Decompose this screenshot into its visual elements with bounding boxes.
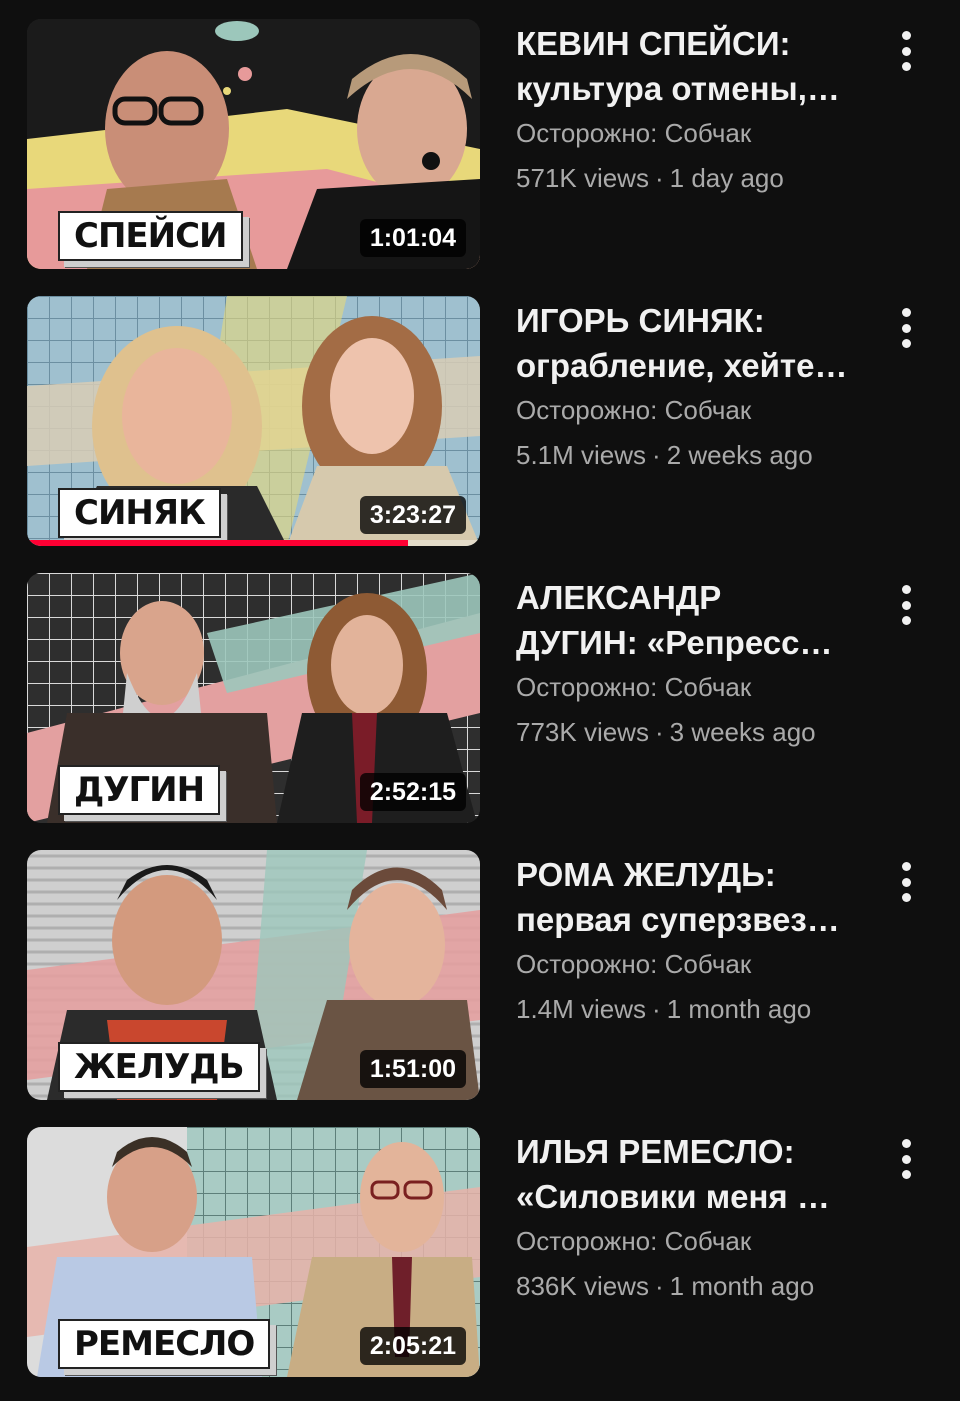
thumbnail-name-label: СПЕЙСИ [58, 211, 243, 261]
video-title[interactable]: АЛЕКСАНДР ДУГИН: «Репресс… [516, 575, 866, 665]
duration-badge: 1:01:04 [359, 219, 466, 257]
video-feed: СПЕЙСИ 1:01:04 КЕВИН СПЕЙСИ: культура от… [0, 0, 960, 1401]
more-options-icon[interactable] [888, 581, 924, 629]
more-options-icon[interactable] [888, 1135, 924, 1183]
view-count: 773K views [516, 717, 649, 747]
video-title-line-1: ИГОРЬ СИНЯК: [516, 302, 765, 339]
video-thumbnail[interactable]: СПЕЙСИ 1:01:04 [27, 19, 480, 269]
duration-badge: 2:52:15 [359, 773, 466, 811]
video-title-line-1: РОМА ЖЕЛУДЬ: [516, 856, 776, 893]
channel-name[interactable]: Осторожно: Собчак [516, 665, 866, 710]
thumbnail-name-label: ЖЕЛУДЬ [58, 1042, 260, 1092]
video-item[interactable]: ЖЕЛУДЬ 1:51:00 РОМА ЖЕЛУДЬ: первая супер… [0, 850, 960, 1102]
video-item[interactable]: РЕМЕСЛО 2:05:21 ИЛЬЯ РЕМЕСЛО: «Силовики … [0, 1127, 960, 1379]
upload-age: 1 day ago [669, 163, 784, 193]
upload-age: 1 month ago [669, 1271, 815, 1301]
watch-progress-fill [27, 540, 408, 546]
video-title-line-2: ДУГИН: «Репресс… [516, 624, 833, 661]
video-stats: 773K views · 3 weeks ago [516, 710, 866, 755]
video-meta: КЕВИН СПЕЙСИ: культура отмены,… Осторожн… [516, 21, 866, 201]
video-title[interactable]: ИЛЬЯ РЕМЕСЛО: «Силовики меня … [516, 1129, 866, 1219]
channel-name[interactable]: Осторожно: Собчак [516, 111, 866, 156]
more-options-icon[interactable] [888, 304, 924, 352]
video-item[interactable]: СПЕЙСИ 1:01:04 КЕВИН СПЕЙСИ: культура от… [0, 19, 960, 271]
more-options-icon[interactable] [888, 27, 924, 75]
video-title-line-2: ограбление, хейте… [516, 347, 848, 384]
duration-badge: 3:23:27 [359, 496, 466, 534]
duration-badge: 1:51:00 [359, 1050, 466, 1088]
video-stats: 1.4M views · 1 month ago [516, 987, 866, 1032]
view-count: 571K views [516, 163, 649, 193]
stats-separator: · [654, 163, 664, 193]
video-thumbnail[interactable]: РЕМЕСЛО 2:05:21 [27, 1127, 480, 1377]
video-meta: ИЛЬЯ РЕМЕСЛО: «Силовики меня … Осторожно… [516, 1129, 866, 1309]
video-title-line-1: ИЛЬЯ РЕМЕСЛО: [516, 1133, 795, 1170]
duration-badge: 2:05:21 [359, 1327, 466, 1365]
video-item[interactable]: СИНЯК 3:23:27 ИГОРЬ СИНЯК: ограбление, х… [0, 296, 960, 548]
video-title[interactable]: РОМА ЖЕЛУДЬ: первая суперзвез… [516, 852, 866, 942]
view-count: 836K views [516, 1271, 649, 1301]
video-title-line-2: культура отмены,… [516, 70, 840, 107]
video-title-line-1: АЛЕКСАНДР [516, 579, 722, 616]
watch-progress-bar [27, 540, 480, 546]
video-thumbnail[interactable]: ЖЕЛУДЬ 1:51:00 [27, 850, 480, 1100]
thumbnail-name-label: СИНЯК [58, 488, 221, 538]
video-item[interactable]: ДУГИН 2:52:15 АЛЕКСАНДР ДУГИН: «Репресс…… [0, 573, 960, 825]
thumbnail-name-label: ДУГИН [58, 765, 221, 815]
view-count: 5.1M views [516, 440, 647, 470]
more-options-icon[interactable] [888, 858, 924, 906]
view-count: 1.4M views [516, 994, 647, 1024]
channel-name[interactable]: Осторожно: Собчак [516, 942, 866, 987]
stats-separator: · [652, 994, 661, 1024]
video-stats: 5.1M views · 2 weeks ago [516, 433, 866, 478]
video-meta: АЛЕКСАНДР ДУГИН: «Репресс… Осторожно: Со… [516, 575, 866, 755]
upload-age: 1 month ago [666, 994, 812, 1024]
video-title-line-2: первая суперзвез… [516, 901, 840, 938]
upload-age: 2 weeks ago [666, 440, 813, 470]
video-title-line-2: «Силовики меня … [516, 1178, 830, 1215]
video-meta: ИГОРЬ СИНЯК: ограбление, хейте… Осторожн… [516, 298, 866, 478]
channel-name[interactable]: Осторожно: Собчак [516, 1219, 866, 1264]
channel-name[interactable]: Осторожно: Собчак [516, 388, 866, 433]
video-stats: 571K views · 1 day ago [516, 156, 866, 201]
stats-separator: · [654, 1271, 664, 1301]
video-meta: РОМА ЖЕЛУДЬ: первая суперзвез… Осторожно… [516, 852, 866, 1032]
video-title[interactable]: КЕВИН СПЕЙСИ: культура отмены,… [516, 21, 866, 111]
stats-separator: · [654, 717, 664, 747]
video-stats: 836K views · 1 month ago [516, 1264, 866, 1309]
video-thumbnail[interactable]: ДУГИН 2:52:15 [27, 573, 480, 823]
stats-separator: · [652, 440, 661, 470]
thumbnail-name-label: РЕМЕСЛО [58, 1319, 271, 1369]
video-thumbnail[interactable]: СИНЯК 3:23:27 [27, 296, 480, 546]
video-title-line-1: КЕВИН СПЕЙСИ: [516, 25, 791, 62]
video-title[interactable]: ИГОРЬ СИНЯК: ограбление, хейте… [516, 298, 866, 388]
upload-age: 3 weeks ago [669, 717, 816, 747]
